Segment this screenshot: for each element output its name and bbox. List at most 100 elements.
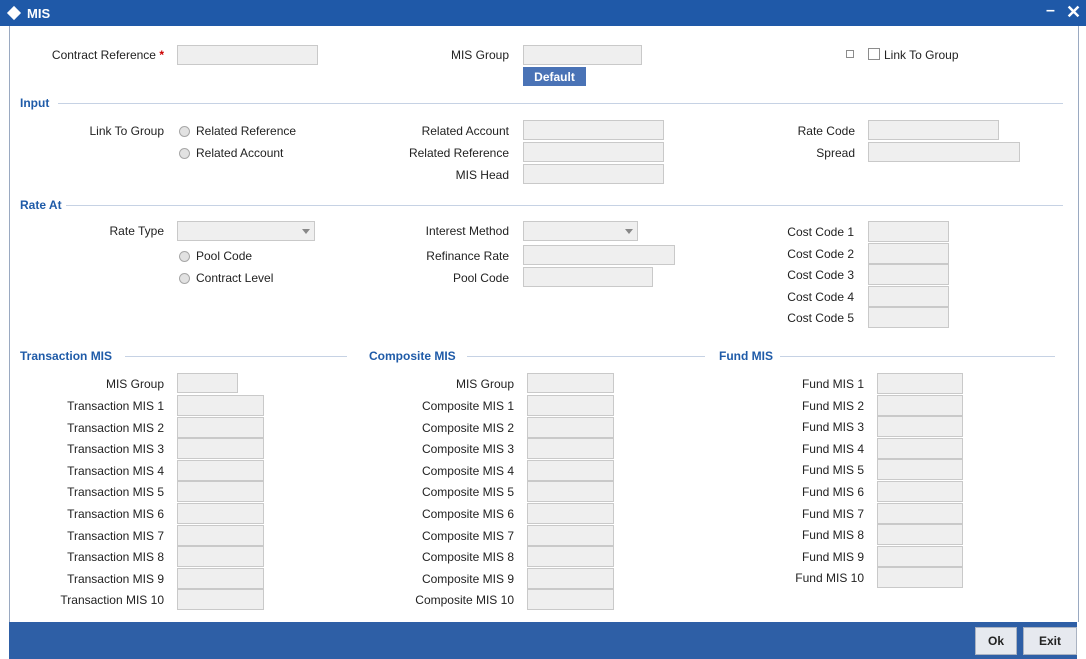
fund-mis-input[interactable]	[877, 481, 963, 502]
divider	[125, 356, 347, 357]
section-rate-at: Rate At	[20, 198, 62, 212]
transaction-mis-input[interactable]	[177, 546, 264, 568]
mis-group-input[interactable]	[523, 45, 642, 65]
fund-mis-input[interactable]	[877, 524, 963, 546]
fund-mis-label: Fund MIS 2	[801, 398, 864, 413]
composite-mis-input[interactable]	[527, 589, 614, 611]
composite-mis-input[interactable]	[527, 567, 614, 589]
cost-code-input[interactable]	[868, 221, 949, 242]
fund-mis-input[interactable]	[877, 373, 963, 394]
related-reference-radio-label: Related Reference	[196, 124, 297, 138]
transaction-mis-group-label: MIS Group	[105, 377, 164, 391]
title-bar: MIS – ✕	[0, 0, 1086, 26]
related-reference-input[interactable]	[523, 142, 664, 162]
required-mark: *	[159, 48, 164, 62]
transaction-mis-input[interactable]	[177, 459, 264, 481]
mis-head-input[interactable]	[523, 164, 664, 184]
link-to-group-label: Link To Group	[884, 48, 959, 62]
transaction-mis-label: Transaction MIS 2	[67, 420, 164, 435]
composite-mis-label: Composite MIS 7	[421, 528, 514, 543]
transaction-mis-label: Transaction MIS 7	[67, 528, 164, 543]
checkbox-small[interactable]	[846, 50, 854, 58]
composite-mis-input[interactable]	[527, 546, 614, 568]
cost-code-input[interactable]	[868, 285, 949, 307]
default-button[interactable]: Default	[523, 67, 586, 86]
rate-type-select[interactable]	[177, 221, 315, 241]
mis-group-label: MIS Group	[450, 48, 509, 62]
transaction-mis-input[interactable]	[177, 503, 264, 524]
transaction-mis-label: Transaction MIS 8	[67, 550, 164, 565]
cost-code-input[interactable]	[868, 307, 949, 328]
interest-method-select[interactable]	[523, 221, 638, 241]
pool-code-input[interactable]	[523, 267, 653, 287]
transaction-mis-group-input[interactable]	[177, 373, 238, 393]
cost-code-input[interactable]	[868, 242, 949, 264]
transaction-mis-input[interactable]	[177, 395, 264, 416]
window-title: MIS	[27, 6, 51, 21]
footer-bar	[9, 622, 1077, 659]
contract-level-radio-label: Contract Level	[196, 271, 274, 285]
composite-mis-input[interactable]	[527, 416, 614, 438]
related-account-radio[interactable]	[179, 148, 190, 159]
fund-mis-label: Fund MIS 10	[795, 571, 864, 586]
ok-button[interactable]: Ok	[975, 627, 1017, 655]
input-link-to-group-label: Link To Group	[89, 124, 165, 138]
minimize-icon[interactable]: –	[1046, 2, 1055, 20]
composite-mis-group-label: MIS Group	[455, 377, 514, 391]
refinance-rate-label: Refinance Rate	[426, 249, 509, 263]
composite-mis-input[interactable]	[527, 395, 614, 416]
divider	[58, 103, 1063, 104]
transaction-mis-input[interactable]	[177, 567, 264, 589]
transaction-mis-label: Transaction MIS 1	[67, 399, 164, 413]
refinance-rate-input[interactable]	[523, 245, 675, 265]
transaction-mis-input[interactable]	[177, 438, 264, 460]
fund-mis-label: Fund MIS 6	[801, 485, 864, 499]
pool-code-label: Pool Code	[452, 271, 509, 285]
chevron-down-icon	[302, 229, 310, 234]
chevron-down-icon	[625, 229, 633, 234]
transaction-mis-input[interactable]	[177, 589, 264, 611]
divider	[66, 205, 1063, 206]
related-account-input[interactable]	[523, 120, 664, 140]
fund-mis-input[interactable]	[877, 459, 963, 481]
fund-mis-label: Fund MIS 7	[801, 506, 864, 521]
contract-level-radio[interactable]	[179, 273, 190, 284]
related-reference-radio[interactable]	[179, 126, 190, 137]
composite-mis-input[interactable]	[527, 524, 614, 546]
close-icon[interactable]: ✕	[1066, 2, 1081, 23]
composite-mis-input[interactable]	[527, 481, 614, 503]
exit-button[interactable]: Exit	[1023, 627, 1077, 655]
spread-input[interactable]	[868, 142, 1020, 162]
transaction-mis-input[interactable]	[177, 524, 264, 546]
composite-mis-label: Composite MIS 4	[421, 463, 514, 478]
fund-mis-label: Fund MIS 5	[801, 463, 864, 478]
composite-mis-group-input[interactable]	[527, 373, 614, 393]
composite-mis-label: Composite MIS 2	[421, 420, 514, 435]
fund-mis-input[interactable]	[877, 545, 963, 567]
composite-mis-label: Composite MIS 5	[421, 485, 514, 500]
transaction-mis-label: Transaction MIS 9	[67, 571, 164, 586]
contract-reference-input[interactable]	[177, 45, 318, 65]
transaction-mis-label: Transaction MIS 3	[67, 442, 164, 457]
pool-code-radio[interactable]	[179, 251, 190, 262]
fund-mis-input[interactable]	[877, 567, 963, 589]
section-input: Input	[20, 96, 50, 110]
composite-mis-label: Composite MIS 8	[421, 550, 514, 565]
composite-mis-input[interactable]	[527, 459, 614, 481]
fund-mis-input[interactable]	[877, 394, 963, 416]
fund-mis-input[interactable]	[877, 416, 963, 438]
composite-mis-input[interactable]	[527, 438, 614, 460]
composite-mis-input[interactable]	[527, 503, 614, 524]
transaction-mis-label: Transaction MIS 6	[67, 507, 164, 521]
section-composite-mis: Composite MIS	[369, 349, 456, 363]
cost-code-input[interactable]	[868, 264, 949, 285]
fund-mis-label: Fund MIS 4	[801, 441, 864, 456]
pool-code-radio-label: Pool Code	[196, 249, 253, 263]
fund-mis-label: Fund MIS 8	[801, 528, 864, 543]
transaction-mis-input[interactable]	[177, 481, 264, 503]
fund-mis-input[interactable]	[877, 502, 963, 524]
transaction-mis-input[interactable]	[177, 416, 264, 438]
link-to-group-checkbox[interactable]	[868, 48, 880, 60]
fund-mis-input[interactable]	[877, 437, 963, 459]
rate-code-input[interactable]	[868, 120, 999, 140]
